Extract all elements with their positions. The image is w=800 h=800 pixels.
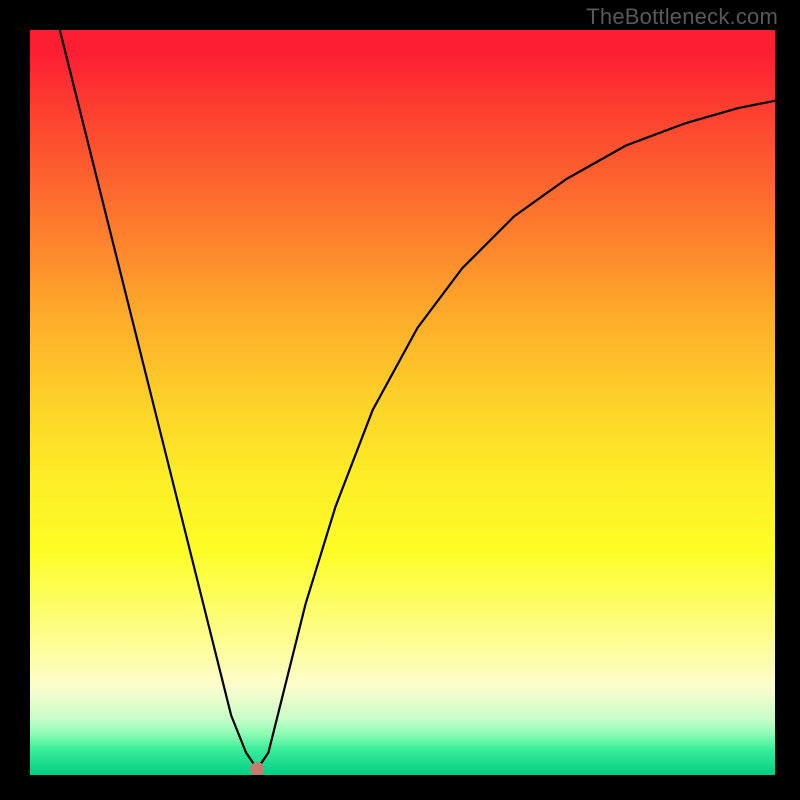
curve-layer — [30, 30, 775, 775]
bottleneck-curve — [60, 30, 775, 769]
chart-frame: TheBottleneck.com — [0, 0, 800, 800]
watermark-text: TheBottleneck.com — [586, 4, 778, 30]
minimum-marker — [250, 762, 264, 775]
plot-area — [30, 30, 775, 775]
